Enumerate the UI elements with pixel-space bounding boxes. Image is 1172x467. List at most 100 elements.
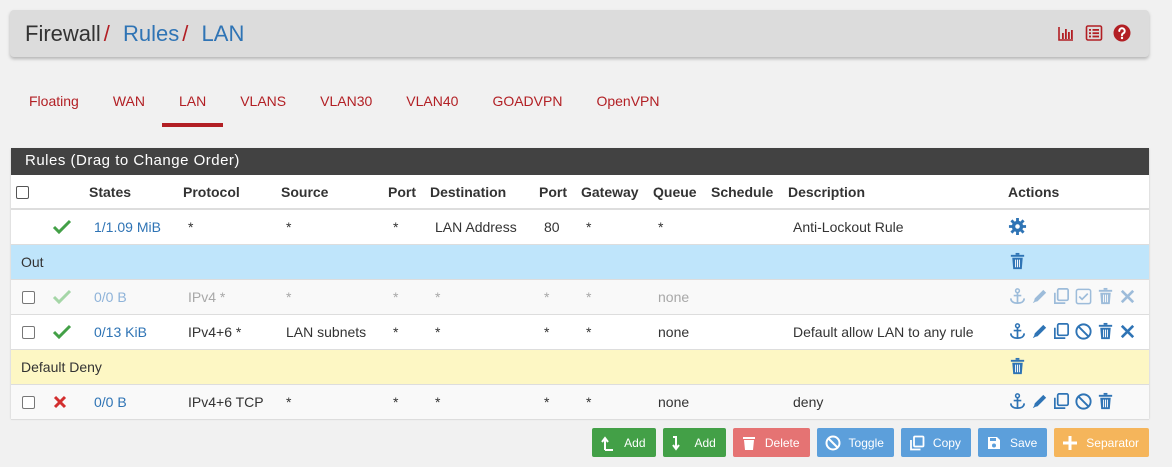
column-header: Source — [276, 175, 383, 210]
rule-row[interactable]: 1/1.09 MiB * * * LAN Address 80 * * Anti-Lockout… — [11, 209, 1149, 245]
plus-icon — [1063, 435, 1078, 450]
queue-cell: none — [648, 384, 706, 420]
states-cell[interactable]: 0/0 B — [84, 384, 178, 420]
source-cell: LAN subnets — [276, 314, 383, 350]
add-top-button[interactable]: Add — [592, 428, 656, 457]
tab-vlan30[interactable]: VLAN30 — [303, 84, 389, 127]
tab-lan[interactable]: LAN — [161, 84, 224, 127]
close-icon[interactable] — [1118, 287, 1137, 306]
column-header: Protocol — [178, 175, 276, 210]
ban-icon — [825, 435, 841, 450]
row-checkbox[interactable] — [22, 291, 35, 305]
tab-openvpn[interactable]: OpenVPN — [579, 84, 676, 127]
rule-row[interactable]: 0/13 KiB IPv4+6 * LAN subnets * * * * none Defau… — [11, 314, 1149, 350]
pencil-icon[interactable] — [1030, 392, 1049, 411]
gear-icon[interactable] — [1008, 217, 1027, 236]
source-port-cell: * — [383, 279, 425, 315]
copy-button[interactable]: Copy — [900, 428, 971, 457]
trash-icon[interactable] — [1096, 322, 1115, 341]
trash-icon[interactable] — [1096, 287, 1115, 306]
schedule-cell — [706, 279, 783, 315]
column-header: Actions — [1003, 175, 1149, 210]
ban-icon[interactable] — [1074, 392, 1093, 411]
column-header: Port — [383, 175, 425, 210]
copy-icon[interactable] — [1052, 287, 1071, 306]
anchor-icon[interactable] — [1008, 287, 1027, 306]
trash-icon[interactable] — [1008, 357, 1027, 376]
anchor-icon[interactable] — [1008, 322, 1027, 341]
separator-row[interactable]: Default Deny — [11, 349, 1149, 385]
tab-floating[interactable]: Floating — [12, 84, 96, 127]
separator-button[interactable]: Separator — [1054, 428, 1149, 457]
row-checkbox[interactable] — [22, 326, 35, 340]
description-cell: Anti-Lockout Rule — [783, 209, 1003, 245]
rules-panel: Rules (Drag to Change Order) States Prot… — [11, 148, 1149, 420]
column-header: Destination — [425, 175, 534, 210]
queue-cell: none — [648, 279, 706, 315]
pass-check-icon — [52, 290, 72, 305]
arrow-down-icon — [671, 435, 680, 451]
states-cell[interactable]: 0/0 B — [84, 279, 178, 315]
column-header: Gateway — [576, 175, 648, 210]
tab-goadvpn[interactable]: GOADVPN — [475, 84, 579, 127]
pencil-icon[interactable] — [1030, 322, 1049, 341]
tab-vlans[interactable]: VLANS — [223, 84, 303, 127]
description-cell: Default allow LAN to any rule — [783, 314, 1003, 350]
breadcrumb: Firewall / Rules / LAN — [25, 21, 244, 47]
chart-icon[interactable] — [1057, 24, 1075, 42]
description-cell — [783, 279, 1003, 315]
panel-title: Rules (Drag to Change Order) — [11, 148, 1149, 175]
rule-row[interactable]: 0/0 B IPv4+6 TCP * * * * * none deny — [11, 384, 1149, 420]
source-cell: * — [276, 384, 383, 420]
row-checkbox[interactable] — [22, 396, 35, 410]
copy-icon[interactable] — [1052, 392, 1071, 411]
save-button[interactable]: Save — [977, 428, 1048, 457]
copy-icon — [910, 435, 925, 450]
trash-icon[interactable] — [1008, 252, 1027, 271]
rules-table: States Protocol Source Port Destination … — [11, 175, 1149, 420]
bottom-button-bar: Add Add Delete Toggle Copy Save Separator — [592, 428, 1149, 457]
enable-check-icon[interactable] — [1074, 287, 1093, 306]
block-x-icon — [53, 396, 67, 409]
queue-cell: none — [648, 314, 706, 350]
delete-button[interactable]: Delete — [732, 428, 810, 457]
trash-icon[interactable] — [1096, 392, 1115, 411]
states-cell[interactable]: 1/1.09 MiB — [84, 209, 178, 245]
rule-row[interactable]: 0/0 B IPv4 * * * * * * none — [11, 279, 1149, 315]
breadcrumb-separator: / — [103, 21, 110, 46]
button-label: Toggle — [848, 435, 884, 450]
row-actions — [1008, 392, 1144, 411]
pencil-icon[interactable] — [1030, 287, 1049, 306]
breadcrumb-rules[interactable]: Rules — [123, 21, 179, 46]
button-label: Separator — [1086, 435, 1139, 450]
schedule-cell — [706, 314, 783, 350]
close-icon[interactable] — [1118, 322, 1137, 341]
tab-wan[interactable]: WAN — [96, 84, 162, 127]
help-icon[interactable] — [1113, 24, 1131, 42]
destination-cell: LAN Address — [425, 209, 534, 245]
list-icon[interactable] — [1085, 24, 1103, 42]
ban-icon[interactable] — [1074, 322, 1093, 341]
add-bottom-button[interactable]: Add — [662, 428, 726, 457]
states-cell[interactable]: 0/13 KiB — [84, 314, 178, 350]
arrow-up-icon — [601, 435, 614, 451]
column-header: States — [84, 175, 178, 210]
queue-cell: * — [648, 209, 706, 245]
description-cell: deny — [783, 384, 1003, 420]
separator-row[interactable]: Out — [11, 244, 1149, 280]
row-actions — [1008, 217, 1144, 236]
destination-cell: * — [425, 384, 534, 420]
destination-port-cell: * — [534, 314, 576, 350]
copy-icon[interactable] — [1052, 322, 1071, 341]
gateway-cell: * — [576, 209, 648, 245]
tab-vlan40[interactable]: VLAN40 — [389, 84, 475, 127]
select-all-checkbox[interactable] — [16, 186, 29, 200]
protocol-cell: IPv4+6 TCP — [178, 384, 276, 420]
toggle-button[interactable]: Toggle — [816, 428, 894, 457]
column-header: Port — [534, 175, 576, 210]
anchor-icon[interactable] — [1008, 392, 1027, 411]
destination-cell: * — [425, 279, 534, 315]
column-header: Queue — [648, 175, 706, 210]
breadcrumb-lan[interactable]: LAN — [202, 21, 245, 46]
destination-port-cell: * — [534, 384, 576, 420]
